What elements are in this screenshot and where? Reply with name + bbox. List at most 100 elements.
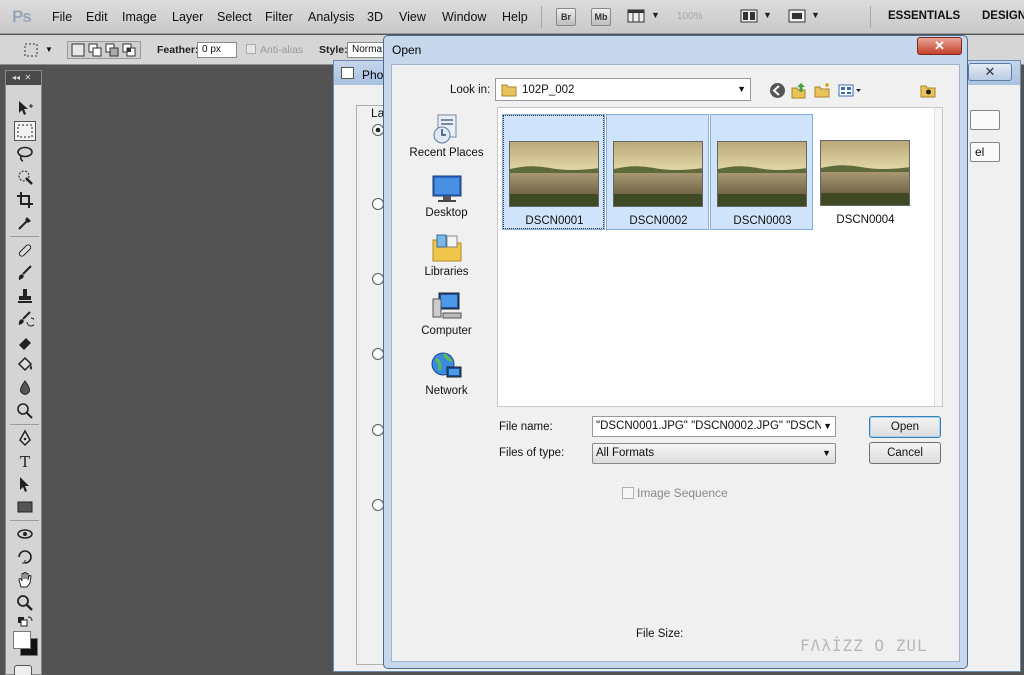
chevron-down-icon[interactable]: ▼	[737, 84, 746, 94]
rectangle-tool-icon[interactable]	[14, 497, 36, 517]
up-folder-icon[interactable]	[791, 82, 808, 99]
back-icon[interactable]	[769, 82, 786, 99]
crop-tool-icon[interactable]	[14, 190, 36, 210]
foreground-color-swatch[interactable]	[13, 631, 31, 649]
open-button[interactable]: Open	[869, 416, 941, 438]
clone-stamp-tool-icon[interactable]	[14, 286, 36, 306]
workspace-design[interactable]: DESIGN	[982, 10, 1024, 22]
zoom-tool-icon[interactable]	[14, 593, 36, 613]
blur-tool-icon[interactable]	[14, 378, 36, 398]
rectangular-marquee-tool-icon[interactable]	[14, 121, 36, 141]
tools-panel-header[interactable]: ◂◂ ✕	[6, 71, 41, 85]
photoshop-logo: Ps	[12, 7, 32, 26]
place-libraries[interactable]: Libraries	[400, 232, 493, 278]
feather-input[interactable]: 0 px	[197, 42, 237, 58]
intersect-selection-icon[interactable]	[122, 43, 136, 60]
spot-healing-brush-tool-icon[interactable]	[14, 240, 36, 260]
eyedropper-tool-icon[interactable]	[14, 213, 36, 233]
style-label: Style:	[319, 44, 348, 56]
add-selection-icon[interactable]	[88, 43, 102, 60]
eraser-tool-icon[interactable]	[14, 332, 36, 352]
brush-tool-icon[interactable]	[14, 263, 36, 283]
view-extras-dropdown-icon[interactable]: ▼	[651, 10, 660, 20]
file-item[interactable]: DSCN0002	[606, 114, 709, 230]
menu-3d[interactable]: 3D	[367, 10, 383, 24]
place-recent-places[interactable]: Recent Places	[400, 113, 493, 159]
workspace-essentials[interactable]: ESSENTIALS	[888, 10, 960, 22]
image-sequence-checkbox[interactable]	[622, 487, 634, 499]
open-dialog-title: Open	[392, 43, 422, 57]
menu-analysis[interactable]: Analysis	[308, 10, 355, 24]
file-name-value: "DSCN0001.JPG" "DSCN0002.JPG" "DSCN0	[596, 420, 830, 432]
arrange-documents-icon[interactable]	[740, 8, 758, 24]
swap-colors-icon[interactable]	[14, 613, 36, 633]
quick-selection-tool-icon[interactable]	[14, 167, 36, 187]
photomerge-ok-button[interactable]	[970, 110, 1000, 130]
anti-alias-checkbox[interactable]	[246, 44, 256, 54]
3d-orbit-tool-icon[interactable]	[14, 547, 36, 567]
menu-image[interactable]: Image	[122, 10, 157, 24]
files-of-type-select[interactable]: All Formats ▼	[592, 443, 836, 464]
preset-dropdown-icon[interactable]: ▼	[45, 45, 53, 54]
menu-edit[interactable]: Edit	[86, 10, 108, 24]
style-select[interactable]: Norma	[347, 42, 387, 58]
menu-help[interactable]: Help	[502, 10, 528, 24]
bridge-button[interactable]: Br	[556, 8, 576, 26]
file-item[interactable]: DSCN0003	[710, 114, 813, 230]
view-extras-icon[interactable]	[627, 8, 645, 24]
photomerge-close-button[interactable]: ✕	[968, 63, 1012, 81]
type-tool-icon[interactable]: T	[14, 451, 36, 471]
paint-bucket-tool-icon[interactable]	[14, 355, 36, 375]
marquee-preset-icon[interactable]	[24, 43, 38, 60]
file-item[interactable]: DSCN0004	[814, 114, 917, 230]
arrange-dropdown-icon[interactable]: ▼	[763, 10, 772, 20]
menu-select[interactable]: Select	[217, 10, 252, 24]
pen-tool-icon[interactable]	[14, 428, 36, 448]
hand-tool-icon[interactable]	[14, 570, 36, 590]
menu-view[interactable]: View	[399, 10, 426, 24]
menu-filter[interactable]: Filter	[265, 10, 293, 24]
lasso-tool-icon[interactable]	[14, 144, 36, 164]
3d-rotate-tool-icon[interactable]	[14, 524, 36, 544]
subtract-selection-icon[interactable]	[105, 43, 119, 60]
quick-mask-icon[interactable]	[14, 665, 32, 675]
zoom-level[interactable]: 100%	[677, 11, 703, 22]
adobe-dialog-icon[interactable]	[920, 82, 937, 99]
screen-mode-icon[interactable]	[788, 8, 806, 24]
view-menu-icon[interactable]	[838, 82, 864, 99]
history-brush-tool-icon[interactable]	[14, 309, 36, 329]
chevron-down-icon[interactable]: ▼	[821, 417, 832, 436]
place-label: Recent Places	[409, 147, 484, 159]
open-dialog-close-button[interactable]: ✕	[917, 37, 962, 55]
new-selection-icon[interactable]	[71, 43, 85, 60]
new-folder-icon[interactable]	[814, 82, 831, 99]
menu-layer[interactable]: Layer	[172, 10, 203, 24]
vertical-scrollbar[interactable]	[934, 108, 942, 406]
tool-separator	[10, 424, 39, 425]
cancel-button[interactable]: Cancel	[869, 442, 941, 464]
file-size-label: File Size:	[636, 628, 684, 640]
place-desktop[interactable]: Desktop	[400, 173, 493, 219]
menu-file[interactable]: File	[52, 10, 72, 24]
recent-places-icon	[430, 113, 464, 145]
path-selection-tool-icon[interactable]	[14, 474, 36, 494]
place-computer[interactable]: Computer	[400, 291, 493, 337]
chevron-down-icon[interactable]: ▼	[822, 444, 831, 463]
look-in-value: 102P_002	[522, 84, 575, 96]
screen-mode-dropdown-icon[interactable]: ▼	[811, 10, 820, 20]
tool-separator	[10, 236, 39, 237]
dodge-tool-icon[interactable]	[14, 401, 36, 421]
file-list-view[interactable]: DSCN0001 DSCN0002 DSCN0003 DSCN0004	[497, 107, 943, 407]
file-name: DSCN0004	[836, 214, 895, 226]
file-item[interactable]: DSCN0001	[502, 114, 605, 230]
menu-window[interactable]: Window	[442, 10, 486, 24]
move-tool-icon[interactable]	[14, 98, 36, 118]
mini-bridge-button[interactable]: Mb	[591, 8, 611, 26]
place-label: Computer	[421, 325, 472, 337]
file-name: DSCN0003	[733, 215, 792, 227]
place-network[interactable]: Network	[400, 351, 493, 397]
file-name-input[interactable]: "DSCN0001.JPG" "DSCN0002.JPG" "DSCN0 ▼	[592, 416, 836, 437]
photomerge-cancel-button[interactable]: el	[970, 142, 1000, 162]
desktop-icon	[430, 173, 464, 205]
look-in-dropdown[interactable]: 102P_002 ▼	[495, 78, 751, 101]
